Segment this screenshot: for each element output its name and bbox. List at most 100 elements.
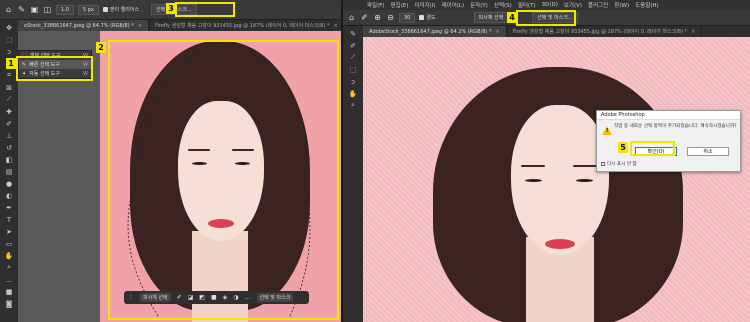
document-tab-active[interactable]: AdobeStock_338661647.jpeg @ 64.2% (RGB/8… — [363, 26, 507, 37]
brush-tool-icon[interactable]: ✐ — [4, 119, 15, 128]
dont-show-again-checkbox[interactable]: 다시 표시 안 함 — [601, 161, 637, 167]
selection-tools-flyout: ⬚ 개체 선택 도구 W ✎ 빠른 선택 도구 W ✦ 자동 선택 도구 W — [18, 50, 92, 79]
object-select-icon[interactable]: ⬚ — [348, 65, 359, 74]
zoom-tool-icon[interactable]: ⌕ — [4, 263, 15, 272]
dodge-tool-icon[interactable]: ◐ — [4, 191, 15, 200]
magic-wand-tool-item[interactable]: ✦ 자동 선택 도구 W — [19, 69, 91, 78]
quick-select-tool-icon[interactable]: ✎ — [348, 29, 359, 38]
document-tab[interactable]: Firefly 생성형 채움 고장이 933455.jpg @ 187% (레이… — [149, 20, 341, 31]
zoom-tool-icon[interactable]: ⌕ — [348, 101, 359, 110]
magic-wand-icon: ✦ — [22, 70, 27, 77]
close-icon[interactable]: × — [495, 29, 499, 35]
selection-marching-ants — [127, 42, 311, 317]
portrait-eye — [576, 179, 593, 182]
brush-tool-icon[interactable]: ⟋ — [348, 53, 359, 62]
close-icon[interactable]: × — [691, 29, 695, 35]
select-and-mask-ctx-button[interactable]: 선택 및 마스크 — [256, 293, 294, 302]
menu-item[interactable]: 필터(T) — [518, 1, 536, 9]
tab-label: Firefly 생성형 채움 고장이 933455.jpg @ 187% (레이… — [512, 29, 688, 35]
blur-tool-icon[interactable]: ● — [4, 179, 15, 188]
hand-tool-icon[interactable]: ✋ — [4, 251, 15, 260]
lasso-tool-icon[interactable]: ↄ — [4, 47, 15, 56]
quick-select-icon: ✎ — [22, 61, 27, 68]
cancel-button[interactable]: 취소 — [687, 147, 729, 156]
tab-label: AdobeStock_338661647.jpeg @ 64.2% (RGB/8… — [369, 28, 492, 35]
menu-item[interactable]: 플러그인 — [588, 1, 608, 9]
quick-selection-tool-item[interactable]: ✎ 빠른 선택 도구 W — [19, 60, 91, 69]
hardness-option[interactable]: 경도 — [419, 14, 436, 21]
flyout-label: 개체 선택 도구 — [29, 53, 61, 59]
menu-item[interactable]: 보기(V) — [564, 1, 582, 9]
drag-handle-icon[interactable]: ⋮ — [128, 294, 134, 301]
menu-item[interactable]: 선택(S) — [494, 1, 512, 9]
hand-tool-icon[interactable]: ✋ — [348, 89, 359, 98]
add-mode-icon[interactable]: ⊕ — [373, 13, 382, 22]
menu-item[interactable]: 창(W) — [614, 1, 629, 9]
menu-bar: 파일(F) 편집(E) 이미지(I) 레이어(L) 문자(Y) 선택(S) 필터(T) 3D(… — [343, 0, 750, 10]
healing-tool-icon[interactable]: ✚ — [4, 107, 15, 116]
pen-tool-icon[interactable]: ✒ — [4, 203, 15, 212]
antialias-checkbox[interactable]: 앤티 앨리어스 — [102, 6, 139, 13]
object-selection-tool-item[interactable]: ⬚ 개체 선택 도구 W — [19, 51, 91, 60]
select-and-mask-canvas[interactable] — [363, 37, 750, 322]
menu-item[interactable]: 편집(E) — [391, 1, 409, 9]
tools-panel: ✎ ✐ ⟋ ⬚ ↄ ✋ ⌕ — [343, 26, 363, 322]
select-subject-button[interactable]: 피사체 선택 — [140, 293, 171, 302]
half-circle-icon[interactable]: ◑ — [233, 294, 238, 301]
quick-mask-icon[interactable]: ◙ — [4, 299, 15, 308]
refine-edge-brush-icon[interactable]: ✐ — [348, 41, 359, 50]
select-subject-button[interactable]: 피사체 선택 — [473, 12, 509, 23]
brush-size-field[interactable]: 30 — [399, 12, 416, 23]
crop-tool-icon[interactable]: ⌗ — [4, 71, 15, 80]
new-selection-icon[interactable]: ▣ — [30, 5, 39, 14]
shape-tool-icon[interactable]: ▭ — [4, 239, 15, 248]
menu-item[interactable]: 이미지(I) — [414, 1, 435, 9]
select-and-mask-button[interactable]: 선택 및 마스크... — [532, 12, 578, 23]
eyedropper-tool-icon[interactable]: ⟋ — [4, 95, 15, 104]
frame-tool-icon[interactable]: ⊠ — [4, 83, 15, 92]
marquee-tool-icon[interactable]: ⬚ — [4, 35, 15, 44]
subtract-mode-icon[interactable]: ⊖ — [386, 13, 395, 22]
document-tab-active[interactable]: eStock_338661647.jpeg @ 64.7% (RGB/8) * × — [18, 20, 149, 31]
mask-icon[interactable]: ◪ — [188, 294, 194, 301]
more-icon[interactable]: … — [245, 294, 251, 301]
history-brush-icon[interactable]: ↺ — [4, 143, 15, 152]
invert-icon[interactable]: ◩ — [199, 294, 205, 301]
document-canvas[interactable]: ⋮ 피사체 선택 ✐ ◪ ◩ ■ ◈ ◑ … 선택 및 마스크 — [100, 31, 341, 322]
color-swatch-icon[interactable]: ■ — [4, 287, 15, 296]
menu-item[interactable]: 도움말(H) — [635, 1, 659, 9]
home-icon[interactable]: ⌂ — [347, 13, 356, 22]
flyout-label: 자동 선택 도구 — [29, 71, 60, 77]
tab-label: Firefly 생성형 채움 고장이 933455.jpg @ 187% (레이… — [154, 23, 330, 29]
gradient-tool-icon[interactable]: ▤ — [4, 167, 15, 176]
quick-select-tool-icon[interactable]: ✎ — [17, 5, 26, 14]
menu-item[interactable]: 문자(Y) — [470, 1, 488, 9]
checkbox-label: 다시 표시 안 함 — [607, 162, 637, 167]
eraser-tool-icon[interactable]: ◧ — [4, 155, 15, 164]
brush-tool-icon[interactable]: ✐ — [360, 13, 369, 22]
add-selection-icon[interactable]: ◫ — [43, 5, 52, 14]
stamp-tool-icon[interactable]: ⊥ — [4, 131, 15, 140]
contextual-task-bar: ⋮ 피사체 선택 ✐ ◪ ◩ ■ ◈ ◑ … 선택 및 마스크 — [124, 291, 309, 304]
ok-button[interactable]: 확인(O) — [635, 147, 677, 156]
step-badge-4: 4 — [507, 12, 517, 23]
brush-icon[interactable]: ✐ — [177, 294, 182, 301]
confirm-dialog: Adobe Photoshop ! 작업 중 새로운 선택 항목이 추가되었습니… — [596, 110, 741, 172]
object-select-icon: ⬚ — [22, 52, 27, 59]
close-icon[interactable]: × — [333, 23, 337, 29]
menu-item[interactable]: 파일(F) — [367, 1, 385, 9]
tab-label: eStock_338661647.jpeg @ 64.7% (RGB/8) * — [24, 22, 134, 29]
menu-item[interactable]: 3D(D) — [542, 2, 558, 8]
brush-size-field[interactable]: 5 px — [77, 4, 99, 15]
path-select-icon[interactable]: ➤ — [4, 227, 15, 236]
document-tab[interactable]: Firefly 생성형 채움 고장이 933455.jpg @ 187% (레이… — [507, 26, 703, 37]
more-tools-icon[interactable]: … — [4, 275, 15, 284]
square-icon[interactable]: ■ — [211, 294, 217, 301]
home-icon[interactable]: ⌂ — [4, 5, 13, 14]
move-tool-icon[interactable]: ✥ — [4, 23, 15, 32]
menu-item[interactable]: 레이어(L) — [442, 1, 465, 9]
lasso-tool-icon[interactable]: ↄ — [348, 77, 359, 86]
close-icon[interactable]: × — [138, 23, 142, 29]
type-tool-icon[interactable]: T — [4, 215, 15, 224]
fill-icon[interactable]: ◈ — [223, 294, 228, 301]
